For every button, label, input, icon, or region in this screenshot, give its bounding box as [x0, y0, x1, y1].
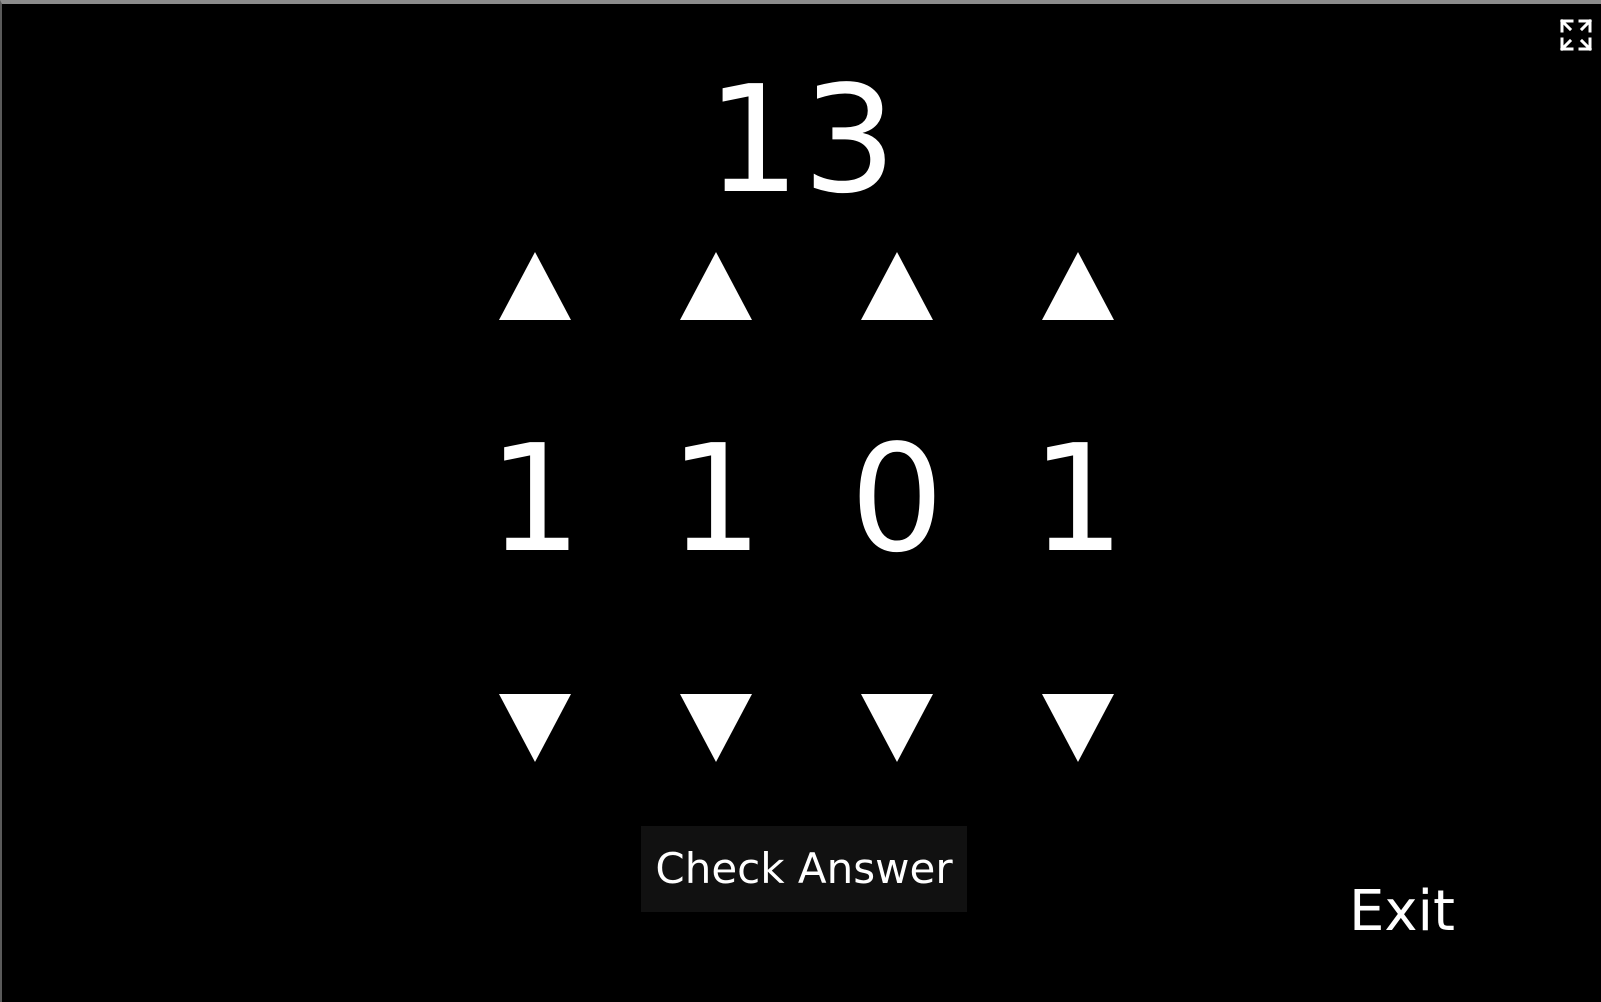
bit-2-digit: 1 — [668, 413, 764, 585]
bit-3-decrement-arrow-icon[interactable] — [859, 692, 935, 764]
bit-1-increment-arrow-icon[interactable] — [497, 250, 573, 322]
target-decimal-number: 13 — [706, 54, 899, 226]
bit-3-increment-arrow-icon[interactable] — [859, 250, 935, 322]
check-answer-button[interactable]: Check Answer — [641, 826, 967, 912]
bit-4-increment-arrow-icon[interactable] — [1040, 250, 1116, 322]
bit-1-decrement-arrow-icon[interactable] — [497, 692, 573, 764]
fullscreen-toggle-icon[interactable] — [1559, 18, 1593, 52]
bit-2-decrement-arrow-icon[interactable] — [678, 692, 754, 764]
exit-button[interactable]: Exit — [1332, 874, 1472, 950]
bit-3-digit: 0 — [849, 413, 945, 585]
bit-1-digit: 1 — [487, 413, 583, 585]
bit-4-decrement-arrow-icon[interactable] — [1040, 692, 1116, 764]
game-canvas: 13 1 1 0 1 Check Answer Exit — [0, 0, 1601, 1002]
bit-4-digit: 1 — [1030, 413, 1126, 585]
bit-2-increment-arrow-icon[interactable] — [678, 250, 754, 322]
